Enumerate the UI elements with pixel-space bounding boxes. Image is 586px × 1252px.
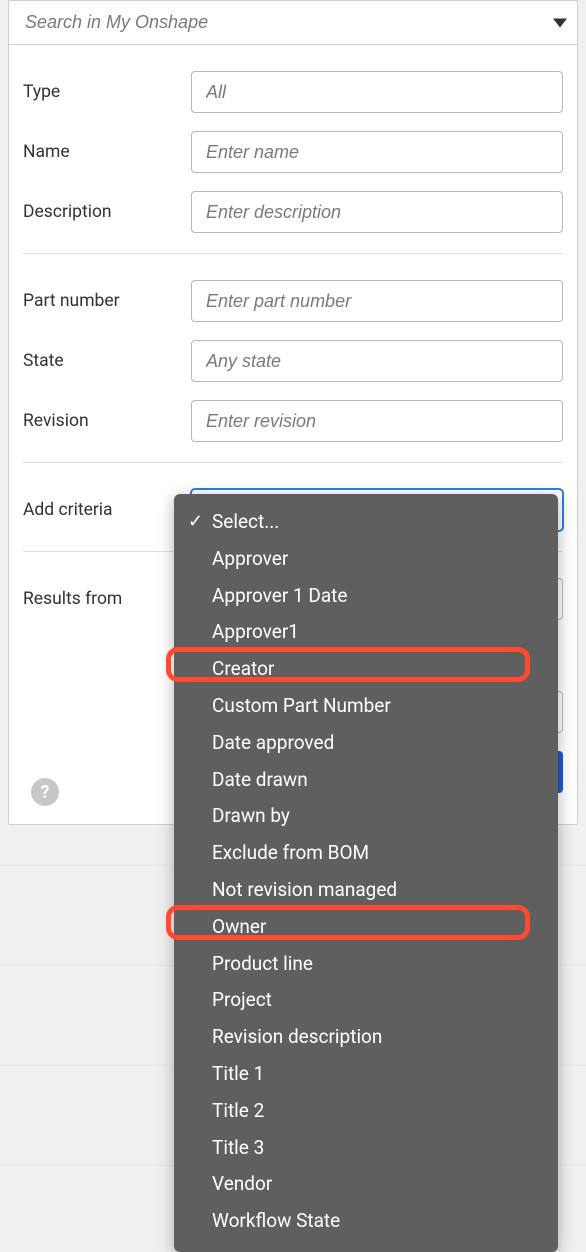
chevron-down-icon[interactable] [553, 18, 567, 27]
filter-section-1: Type Name Description [9, 45, 577, 253]
search-bar[interactable] [9, 1, 577, 45]
menu-item-owner[interactable]: Owner [174, 909, 558, 946]
revision-field[interactable] [191, 400, 563, 442]
type-label: Type [23, 82, 191, 102]
menu-item-vendor[interactable]: Vendor [174, 1166, 558, 1203]
menu-item-title-3[interactable]: Title 3 [174, 1130, 558, 1167]
menu-item-title-1[interactable]: Title 1 [174, 1056, 558, 1093]
add-criteria-menu[interactable]: Select...ApproverApprover 1 DateApprover… [174, 494, 558, 1252]
help-icon[interactable]: ? [31, 778, 59, 806]
description-label: Description [23, 202, 191, 222]
menu-item-creator[interactable]: Creator [174, 651, 558, 688]
menu-item-revision-description[interactable]: Revision description [174, 1019, 558, 1056]
description-field[interactable] [191, 191, 563, 233]
name-field[interactable] [191, 131, 563, 173]
add-criteria-label: Add criteria [23, 500, 191, 520]
state-label: State [23, 351, 191, 371]
menu-item-product-line[interactable]: Product line [174, 946, 558, 983]
menu-item-not-revision-managed[interactable]: Not revision managed [174, 872, 558, 909]
search-input[interactable] [23, 11, 537, 34]
menu-item-title-2[interactable]: Title 2 [174, 1093, 558, 1130]
menu-item-project[interactable]: Project [174, 982, 558, 1019]
menu-item-custom-part-number[interactable]: Custom Part Number [174, 688, 558, 725]
state-field[interactable] [191, 340, 563, 382]
part-number-field[interactable] [191, 280, 563, 322]
revision-label: Revision [23, 411, 191, 431]
type-field[interactable] [191, 71, 563, 113]
menu-item-approver[interactable]: Approver [174, 541, 558, 578]
name-label: Name [23, 142, 191, 162]
menu-item-exclude-from-bom[interactable]: Exclude from BOM [174, 835, 558, 872]
menu-item-approver1[interactable]: Approver1 [174, 614, 558, 651]
menu-item-select[interactable]: Select... [174, 504, 558, 541]
menu-item-drawn-by[interactable]: Drawn by [174, 798, 558, 835]
menu-item-date-approved[interactable]: Date approved [174, 725, 558, 762]
menu-item-date-drawn[interactable]: Date drawn [174, 762, 558, 799]
filter-section-2: Part number State Revision [9, 254, 577, 462]
results-from-label: Results from [23, 589, 191, 609]
part-number-label: Part number [23, 291, 191, 311]
menu-item-approver-1-date[interactable]: Approver 1 Date [174, 578, 558, 615]
